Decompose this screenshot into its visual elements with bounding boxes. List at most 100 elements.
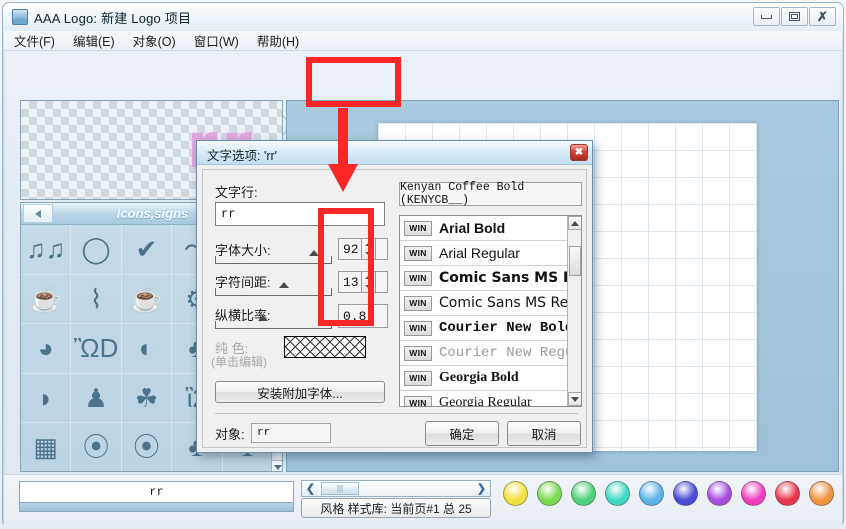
style-library-scrollbar[interactable]: ❮ ||| ❯ bbox=[301, 480, 491, 497]
coffee-cup-icon[interactable]: ☕ bbox=[121, 274, 173, 324]
font-list-item[interactable]: WIN Courier New Bold bbox=[400, 316, 568, 341]
font-size-stepper[interactable] bbox=[361, 238, 376, 260]
close-button[interactable]: ✗ bbox=[809, 7, 836, 26]
font-list-item-label: Comic Sans MS Regular bbox=[439, 295, 568, 311]
font-list-scroll-down-button[interactable] bbox=[568, 392, 581, 406]
spiral-icon[interactable]: ⦿ bbox=[71, 423, 122, 471]
solid-color-swatch[interactable] bbox=[284, 336, 366, 358]
font-list-item[interactable]: WIN Comic Sans MS Bold bbox=[400, 266, 568, 291]
stepper-up-icon[interactable] bbox=[362, 239, 375, 249]
font-list-scrollbar-thumb[interactable] bbox=[569, 246, 581, 276]
menu-item-object[interactable]: 对象(O) bbox=[133, 31, 176, 50]
stepper-down-icon[interactable] bbox=[362, 249, 375, 259]
calculator-icon[interactable]: ▦ bbox=[21, 423, 72, 471]
chevron-up-icon bbox=[571, 220, 579, 226]
minimize-button[interactable] bbox=[753, 7, 780, 26]
icon-panel-scroll-down-button[interactable] bbox=[272, 460, 282, 471]
win-font-badge: WIN bbox=[404, 220, 432, 236]
coffee-cup-square-icon[interactable]: ☕ bbox=[21, 274, 72, 324]
win-font-badge: WIN bbox=[404, 320, 432, 336]
chevron-left-icon bbox=[35, 209, 41, 218]
clover-icon[interactable]: ☘ bbox=[121, 373, 173, 423]
aspect-ratio-slider[interactable] bbox=[215, 321, 332, 329]
font-list-item-label: Georgia Bold bbox=[439, 370, 519, 385]
font-list-item[interactable]: WIN Arial Regular bbox=[400, 241, 568, 266]
menu-item-file[interactable]: 文件(F) bbox=[14, 31, 55, 50]
font-size-slider-handle[interactable] bbox=[309, 250, 319, 256]
musical-notes-icon[interactable]: ♫♫ bbox=[21, 225, 72, 275]
maximize-icon bbox=[789, 12, 800, 21]
scrollbar-thumb[interactable]: ||| bbox=[321, 482, 359, 495]
char-spacing-stepper[interactable] bbox=[361, 271, 376, 293]
menu-item-window[interactable]: 窗口(W) bbox=[194, 31, 239, 50]
style-library-status[interactable]: 风格 样式库: 当前页#1 总 25 bbox=[301, 498, 491, 518]
font-list-item-label: Arial Regular bbox=[439, 245, 520, 261]
scroll-right-button[interactable]: ❯ bbox=[473, 481, 490, 496]
font-list-item[interactable]: WIN Georgia Bold bbox=[400, 366, 568, 391]
cancel-button[interactable]: 取消 bbox=[507, 421, 581, 446]
close-icon: ✖ bbox=[574, 147, 584, 158]
font-list-item[interactable]: WIN Courier New Regular bbox=[400, 341, 568, 366]
maximize-button[interactable] bbox=[781, 7, 808, 26]
color-swatch-8[interactable] bbox=[741, 481, 766, 506]
no-smoking-icon[interactable]: ὪD bbox=[71, 324, 122, 374]
family-group-icon[interactable]: ♟ bbox=[71, 373, 122, 423]
font-size-slider[interactable] bbox=[215, 256, 332, 264]
text-line-input[interactable]: rr bbox=[215, 202, 385, 226]
font-list-item[interactable]: WIN Arial Bold bbox=[400, 216, 568, 241]
dialog-title: 文字选项: 'rr' bbox=[207, 149, 278, 163]
toolbar: 当前对象 文本... 效果... 渐变... 变形... 颜色... bbox=[4, 52, 842, 140]
comma-swirl-icon[interactable]: ◕ bbox=[21, 324, 72, 374]
current-font-display[interactable]: Kenyan Coffee Bold (KENYCB__) bbox=[399, 181, 582, 207]
globe-icon[interactable]: ◐ bbox=[121, 324, 173, 374]
dialog-separator bbox=[215, 413, 578, 414]
check-swoosh-icon[interactable]: ✔ bbox=[121, 225, 173, 275]
font-list-scroll-up-button[interactable] bbox=[568, 216, 581, 230]
window-controls: ✗ bbox=[752, 7, 836, 26]
font-list-scrollbar[interactable] bbox=[567, 216, 581, 406]
font-list-item[interactable]: WIN Georgia Regular bbox=[400, 391, 568, 407]
color-swatch-2[interactable] bbox=[537, 481, 562, 506]
scroll-left-button[interactable]: ❮ bbox=[302, 481, 319, 496]
menu-bar: 文件(F) 编辑(E) 对象(O) 窗口(W) 帮助(H) bbox=[4, 31, 842, 51]
object-name-display[interactable]: rr bbox=[19, 481, 294, 503]
color-swatch-7[interactable] bbox=[707, 481, 732, 506]
ok-button[interactable]: 确定 bbox=[425, 421, 499, 446]
color-swatch-9[interactable] bbox=[775, 481, 800, 506]
char-spacing-slider-handle[interactable] bbox=[279, 282, 289, 288]
stepper-up-icon[interactable] bbox=[362, 272, 375, 282]
vertical-squiggle-icon[interactable]: ⌇ bbox=[71, 274, 122, 324]
text-line-label: 文字行: bbox=[215, 185, 258, 200]
color-swatch-4[interactable] bbox=[605, 481, 630, 506]
win-font-badge: WIN bbox=[404, 270, 432, 286]
aspect-ratio-slider-handle[interactable] bbox=[258, 315, 268, 321]
app-logo-icon bbox=[12, 9, 28, 25]
dialog-close-button[interactable]: ✖ bbox=[570, 144, 588, 161]
object-name-underbar bbox=[19, 503, 294, 512]
stepper-down-icon[interactable] bbox=[362, 282, 375, 292]
open-circle-swirl-icon[interactable]: ◯ bbox=[71, 225, 122, 275]
font-list-item[interactable]: WIN Comic Sans MS Regular bbox=[400, 291, 568, 316]
aspect-ratio-input[interactable]: 0.8 bbox=[338, 304, 388, 328]
win-font-badge: WIN bbox=[404, 245, 432, 261]
icon-panel-back-button[interactable] bbox=[23, 204, 53, 223]
spiral-double-icon[interactable]: ⦿ bbox=[122, 423, 173, 471]
color-swatch-row bbox=[503, 481, 834, 506]
object-name-input[interactable]: rr bbox=[251, 423, 331, 443]
color-swatch-6[interactable] bbox=[673, 481, 698, 506]
menu-item-edit[interactable]: 编辑(E) bbox=[73, 31, 115, 50]
dialog-title-bar: 文字选项: 'rr' ✖ bbox=[197, 141, 592, 165]
install-extra-fonts-button[interactable]: 安装附加字体... bbox=[215, 381, 385, 403]
turtle-icon[interactable]: ◗ bbox=[21, 373, 72, 423]
object-label: 对象: bbox=[215, 427, 245, 442]
minimize-icon bbox=[761, 14, 772, 19]
font-list[interactable]: WIN Arial Bold WIN Arial Regular WIN Comic Sa… bbox=[399, 215, 582, 407]
close-icon: ✗ bbox=[817, 9, 828, 24]
color-swatch-10[interactable] bbox=[809, 481, 834, 506]
char-spacing-slider[interactable] bbox=[215, 288, 332, 296]
color-swatch-1[interactable] bbox=[503, 481, 528, 506]
font-list-item-label: Georgia Regular bbox=[439, 395, 532, 407]
menu-item-help[interactable]: 帮助(H) bbox=[257, 31, 299, 50]
color-swatch-3[interactable] bbox=[571, 481, 596, 506]
color-swatch-5[interactable] bbox=[639, 481, 664, 506]
